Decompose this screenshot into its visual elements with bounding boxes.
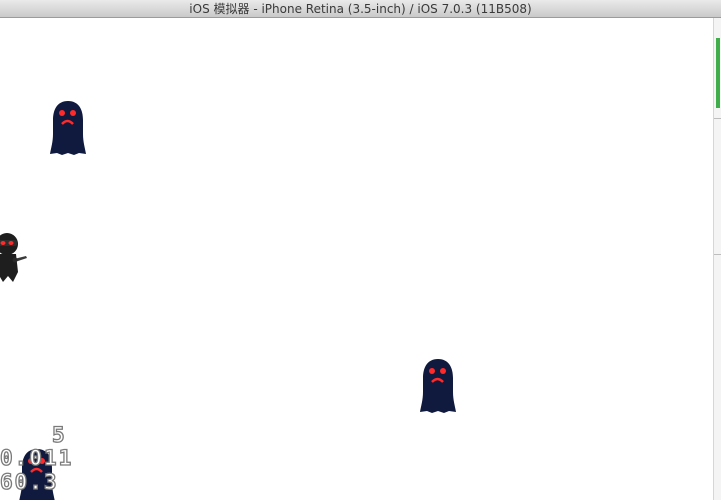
ninja-player-icon: [0, 233, 27, 282]
debug-stats: 5 0.011 60.3: [0, 423, 100, 500]
divider: [714, 254, 721, 255]
window-titlebar[interactable]: iOS 模拟器 - iPhone Retina (3.5-inch) / iOS…: [0, 0, 721, 18]
divider: [714, 118, 721, 119]
ghost-monster-icon: [50, 101, 86, 155]
simulator-window: iOS 模拟器 - iPhone Retina (3.5-inch) / iOS…: [0, 0, 721, 500]
frame-time-stat: 0.011: [0, 446, 74, 470]
game-screen[interactable]: 5 0.011 60.3: [0, 18, 713, 500]
fps-stat: 60.3: [0, 470, 59, 494]
draw-calls-stat: 5: [51, 423, 67, 447]
window-title: iOS 模拟器 - iPhone Retina (3.5-inch) / iOS…: [189, 2, 532, 16]
window-right-edge: [713, 18, 721, 500]
background-window-edge: [716, 38, 720, 108]
ghost-monster-icon: [420, 359, 456, 413]
